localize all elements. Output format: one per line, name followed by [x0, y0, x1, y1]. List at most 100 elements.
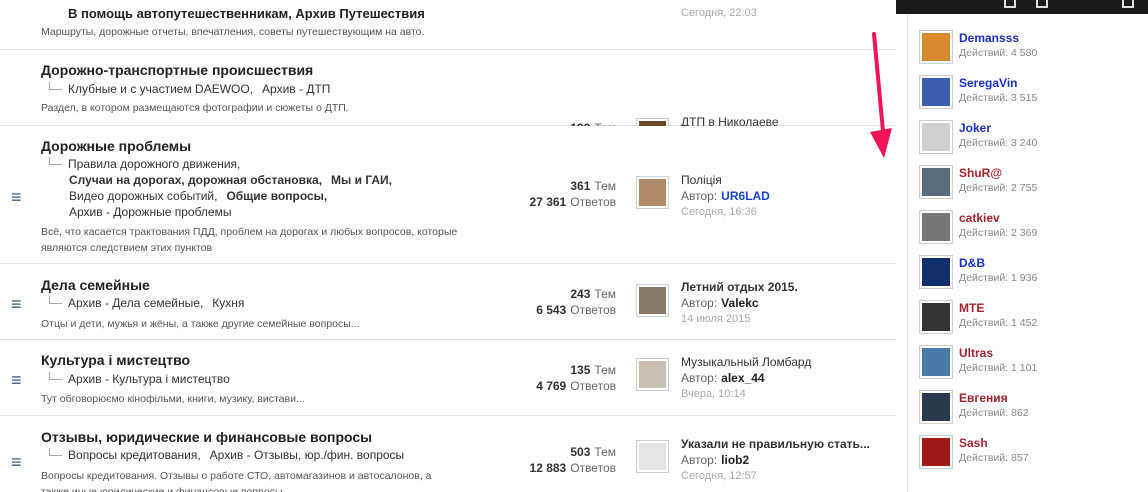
author-label: Автор:	[681, 296, 718, 310]
subforum-corner-icon: └─	[45, 448, 63, 462]
forum-title[interactable]: Дорожно-транспортные происшествия	[41, 62, 313, 78]
subforum-link[interactable]: Вопросы кредитования,	[68, 448, 201, 462]
member-item[interactable]: SeregaVin Действий: 3 515	[919, 75, 1139, 115]
member-avatar[interactable]	[919, 210, 953, 244]
member-avatar[interactable]	[919, 435, 953, 469]
member-activity: Действий: 862	[959, 407, 1029, 419]
member-avatar[interactable]	[919, 390, 953, 424]
list-icon[interactable]: ≡	[11, 295, 22, 313]
subforum-link[interactable]: Случаи на дорогах, дорожная обстановка,	[69, 173, 322, 187]
top-members-sidebar: Demansss Действий: 4 580 SeregaVin Действий…	[907, 14, 1148, 492]
member-item[interactable]: D&B Действий: 1 936	[919, 255, 1139, 295]
member-item[interactable]: MTE Действий: 1 452	[919, 300, 1139, 340]
forum-title[interactable]: Отзывы, юридические и финансовые вопросы	[41, 429, 372, 445]
member-name[interactable]: catkiev	[959, 211, 1000, 225]
last-post-title[interactable]: Поліція	[681, 172, 770, 188]
subforum-link[interactable]: Кухня	[212, 296, 244, 310]
last-post-avatar[interactable]	[636, 176, 669, 209]
forum-title[interactable]: Дела семейные	[41, 277, 150, 293]
member-name[interactable]: Demansss	[959, 31, 1019, 45]
member-name[interactable]: Sash	[959, 436, 988, 450]
forum-description: Всё, что касается трактования ПДД, пробл…	[41, 226, 458, 254]
member-avatar[interactable]	[919, 165, 953, 199]
topbar-menu-icon[interactable]	[1004, 0, 1016, 8]
list-icon[interactable]: ≡	[11, 371, 22, 389]
forum-row: ≡ Культура і мистецтво └─ Архив - Культура …	[0, 340, 896, 416]
author-link[interactable]: UR6LAD	[721, 189, 770, 203]
member-avatar[interactable]	[919, 75, 953, 109]
member-name[interactable]: SeregaVin	[959, 76, 1017, 90]
author-label: Автор:	[681, 189, 718, 203]
author-link[interactable]: liob2	[721, 453, 749, 467]
subforum-link[interactable]: Архив - Отзывы, юр./фин. вопросы	[210, 448, 405, 462]
subforum-link[interactable]: Архив - Культура і мистецтво	[68, 372, 230, 386]
forum-row: ≡Дорожно-транспортные происшествия└─Клуб…	[0, 50, 896, 160]
last-post-avatar[interactable]	[636, 358, 669, 391]
author-link[interactable]: alex_44	[721, 371, 764, 385]
subforum-link[interactable]: Правила дорожного движения,	[68, 157, 240, 171]
member-avatar[interactable]	[919, 300, 953, 334]
member-item[interactable]: catkiev Действий: 2 369	[919, 210, 1139, 250]
subforum-link[interactable]: Клубные и с участием DAEWOO,	[68, 82, 253, 96]
member-name[interactable]: D&B	[959, 256, 985, 270]
forum-stats: 243 Тем 6 543 Ответов	[490, 286, 616, 318]
forum-description: Раздел, в котором размещаются фотографии…	[41, 102, 349, 114]
member-avatar[interactable]	[919, 345, 953, 379]
member-item[interactable]: Joker Действий: 3 240	[919, 120, 1139, 160]
forum-row: ≡ Отзывы, юридические и финансовые вопрос…	[0, 416, 896, 492]
topics-label: Тем	[594, 179, 616, 193]
member-name[interactable]: Joker	[959, 121, 991, 135]
posts-label: Ответов	[570, 379, 616, 393]
member-item[interactable]: ShuR@ Действий: 2 755	[919, 165, 1139, 205]
member-item[interactable]: Евгения Действий: 862	[919, 390, 1139, 430]
forum-title[interactable]: Дорожные проблемы	[41, 138, 191, 154]
last-post-avatar[interactable]	[636, 440, 669, 473]
member-activity: Действий: 2 755	[959, 182, 1038, 194]
topbar-settings-icon[interactable]	[1122, 0, 1134, 8]
member-name[interactable]: Евгения	[959, 391, 1008, 405]
forum-stats: 503 Тем 12 883 Ответов	[490, 444, 616, 476]
last-post-title[interactable]: Указали не правильную стать...	[681, 436, 870, 452]
last-post-info: Летний отдых 2015. Автор: Valekc 14 июля 20…	[681, 279, 798, 327]
forum-description: Отцы и дети, мужья и жёны, а также други…	[41, 318, 360, 330]
member-name[interactable]: Ultras	[959, 346, 993, 360]
subforum-corner-icon: └─	[45, 157, 63, 171]
member-item[interactable]: Sash Действий: 857	[919, 435, 1139, 475]
member-avatar[interactable]	[919, 255, 953, 289]
forum-row-travel: В помощь автопутешественникам, Архив Пут…	[0, 0, 896, 50]
subforum-line: Случаи на дорогах, дорожная обстановка, М…	[69, 173, 397, 187]
last-post-title[interactable]: Музыкальный Ломбард	[681, 354, 811, 370]
list-icon[interactable]: ≡	[11, 188, 22, 206]
subforum-link[interactable]: Архив - ДТП	[262, 82, 330, 96]
subforum-link[interactable]: Мы и ГАИ,	[331, 173, 392, 187]
list-icon[interactable]: ≡	[11, 453, 22, 471]
posts-count: 6 543	[536, 303, 567, 317]
member-name[interactable]: MTE	[959, 301, 984, 315]
last-post-title[interactable]: Летний отдых 2015.	[681, 279, 798, 295]
topbar-notification-icon[interactable]	[1036, 0, 1048, 8]
member-item[interactable]: Demansss Действий: 4 580	[919, 30, 1139, 70]
forum-title-travel[interactable]: В помощь автопутешественникам, Архив Пут…	[68, 6, 425, 21]
forum-desc-travel: Маршруты, дорожные отчеты, впечатления, …	[41, 26, 425, 38]
subforum-line: Архив - Дорожные проблемы	[69, 205, 236, 219]
subforum-link[interactable]: Видео дорожных событий,	[69, 189, 217, 203]
subforum-line: └─ Вопросы кредитования, Архив - Отзывы, ю…	[45, 448, 409, 462]
member-avatar[interactable]	[919, 120, 953, 154]
last-post-date: Сегодня, 22:03	[681, 7, 757, 19]
subforum-line: Видео дорожных событий, Общие вопросы,	[69, 189, 332, 203]
red-arrow-annotation	[870, 32, 892, 158]
subforum-link[interactable]: Общие вопросы,	[226, 189, 327, 203]
last-post-avatar[interactable]	[636, 284, 669, 317]
member-activity: Действий: 4 580	[959, 47, 1038, 59]
posts-count: 4 769	[536, 379, 567, 393]
member-item[interactable]: Ultras Действий: 1 101	[919, 345, 1139, 385]
subforum-link[interactable]: Архив - Дорожные проблемы	[69, 205, 231, 219]
member-activity: Действий: 3 240	[959, 137, 1038, 149]
subforum-link[interactable]: Архив - Дела семейные,	[68, 296, 203, 310]
last-post-date: Сегодня, 12:57	[681, 470, 757, 482]
member-avatar[interactable]	[919, 30, 953, 64]
member-name[interactable]: ShuR@	[959, 166, 1002, 180]
posts-label: Ответов	[570, 195, 616, 209]
forum-title[interactable]: Культура і мистецтво	[41, 352, 190, 368]
author-link[interactable]: Valekc	[721, 296, 758, 310]
